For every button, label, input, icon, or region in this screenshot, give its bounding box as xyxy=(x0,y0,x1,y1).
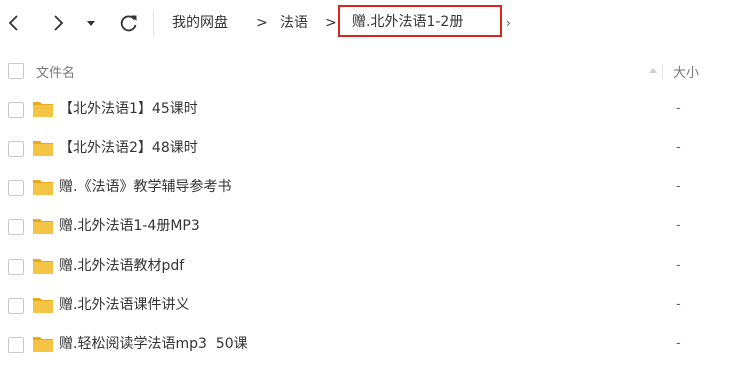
row-checkbox[interactable] xyxy=(8,141,24,157)
column-header-size[interactable]: 大小 xyxy=(673,62,699,81)
row-checkbox[interactable] xyxy=(8,337,24,353)
sort-arrow-icon[interactable] xyxy=(649,68,657,73)
file-name[interactable]: 赠.轻松阅读学法语mp3 50课 xyxy=(59,333,248,355)
breadcrumb-item-my-drive[interactable]: 我的网盘 xyxy=(172,12,228,34)
row-checkbox[interactable] xyxy=(8,102,24,118)
row-checkbox[interactable] xyxy=(8,298,24,314)
file-size: - xyxy=(676,297,681,312)
file-name[interactable]: 赠.北外法语教材pdf xyxy=(59,255,184,277)
select-all-checkbox[interactable] xyxy=(8,63,24,79)
list-item[interactable]: 赠.轻松阅读学法语mp3 50课 - xyxy=(0,326,750,365)
list-item[interactable]: 【北外法语2】48课时 - xyxy=(0,130,750,169)
file-name[interactable]: 【北外法语1】45课时 xyxy=(59,98,198,120)
breadcrumb-item-french[interactable]: 法语 xyxy=(280,12,308,34)
folder-icon xyxy=(33,102,53,117)
column-header-name[interactable]: 文件名 xyxy=(36,62,75,81)
file-size: - xyxy=(676,101,681,116)
breadcrumb-separator: > xyxy=(325,15,337,31)
file-size: - xyxy=(676,179,681,194)
list-item[interactable]: 【北外法语1】45课时 - xyxy=(0,91,750,130)
file-size: - xyxy=(676,218,681,233)
refresh-icon[interactable] xyxy=(118,10,140,36)
folder-icon xyxy=(33,219,53,234)
breadcrumb-more-icon[interactable]: › xyxy=(506,12,511,34)
folder-icon xyxy=(33,337,53,352)
list-item[interactable]: 赠.《法语》教学辅导参考书 - xyxy=(0,169,750,208)
list-item[interactable]: 赠.北外法语1-4册MP3 - xyxy=(0,208,750,247)
file-name[interactable]: 赠.《法语》教学辅导参考书 xyxy=(59,176,231,198)
file-size: - xyxy=(676,336,681,351)
breadcrumb-separator: > xyxy=(256,15,268,31)
file-name[interactable]: 【北外法语2】48课时 xyxy=(59,137,198,159)
list-item[interactable]: 赠.北外法语教材pdf - xyxy=(0,248,750,287)
folder-icon xyxy=(33,141,53,156)
breadcrumb-current-label: 赠.北外法语1-2册 xyxy=(352,14,464,30)
row-checkbox[interactable] xyxy=(8,180,24,196)
file-name[interactable]: 赠.北外法语1-4册MP3 xyxy=(59,215,200,237)
file-size: - xyxy=(676,140,681,155)
file-name[interactable]: 赠.北外法语课件讲义 xyxy=(59,294,189,316)
folder-icon xyxy=(33,259,53,274)
toolbar-divider xyxy=(153,10,154,36)
column-divider xyxy=(662,64,663,80)
file-size: - xyxy=(676,258,681,273)
toolbar: 我的网盘 > 法语 > 赠.北外法语1-2册 › xyxy=(0,0,750,46)
history-dropdown-icon[interactable] xyxy=(80,10,102,36)
back-icon[interactable] xyxy=(3,10,25,36)
row-checkbox[interactable] xyxy=(8,219,24,235)
folder-icon xyxy=(33,298,53,313)
file-list-header: 文件名 大小 xyxy=(0,52,750,92)
forward-icon[interactable] xyxy=(47,10,69,36)
breadcrumb-current-folder[interactable]: 赠.北外法语1-2册 xyxy=(338,5,502,37)
list-item[interactable]: 赠.北外法语课件讲义 - xyxy=(0,287,750,326)
folder-icon xyxy=(33,180,53,195)
row-checkbox[interactable] xyxy=(8,259,24,275)
